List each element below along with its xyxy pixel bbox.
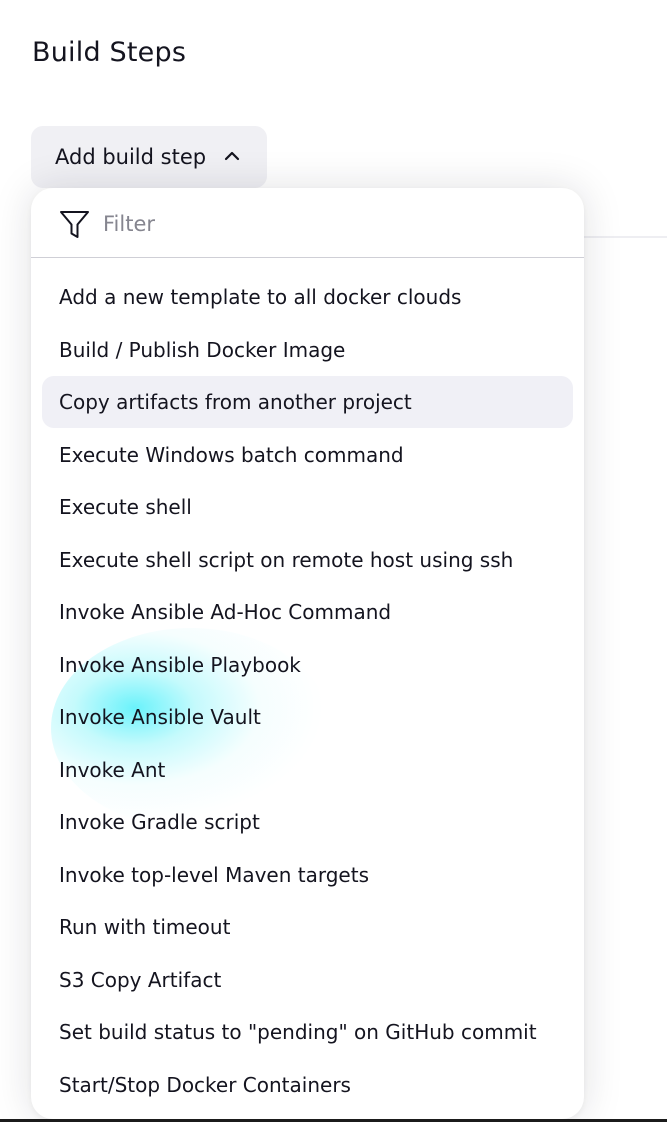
add-build-step-label: Add build step	[55, 145, 207, 169]
menu-item-label: Start/Stop Docker Containers	[59, 1073, 351, 1097]
add-build-step-button[interactable]: Add build step	[31, 126, 267, 188]
menu-item-execute-windows-batch[interactable]: Execute Windows batch command	[42, 429, 573, 481]
menu-item-label: Invoke top-level Maven targets	[59, 863, 369, 887]
menu-item-execute-shell[interactable]: Execute shell	[42, 481, 573, 533]
menu-item-label: Build / Publish Docker Image	[59, 338, 346, 362]
chevron-up-icon	[224, 151, 240, 161]
menu-item-maven-targets[interactable]: Invoke top-level Maven targets	[42, 849, 573, 901]
menu-item-label: Add a new template to all docker clouds	[59, 285, 462, 309]
menu-item-add-docker-template[interactable]: Add a new template to all docker clouds	[42, 271, 573, 323]
menu-item-label: Invoke Ansible Vault	[59, 705, 261, 729]
menu-item-docker-containers[interactable]: Start/Stop Docker Containers	[42, 1059, 573, 1111]
menu-item-label: Execute shell	[59, 495, 192, 519]
menu-item-label: S3 Copy Artifact	[59, 968, 222, 992]
menu-item-label: Execute Windows batch command	[59, 443, 404, 467]
menu-item-ansible-adhoc[interactable]: Invoke Ansible Ad-Hoc Command	[42, 586, 573, 638]
page-title: Build Steps	[32, 37, 187, 68]
menu-item-run-with-timeout[interactable]: Run with timeout	[42, 901, 573, 953]
menu-item-label: Copy artifacts from another project	[59, 390, 412, 414]
menu-item-ansible-vault[interactable]: Invoke Ansible Vault	[42, 691, 573, 743]
menu-item-gradle-script[interactable]: Invoke Gradle script	[42, 796, 573, 848]
menu-item-label: Set build status to "pending" on GitHub …	[59, 1020, 537, 1044]
menu-item-s3-copy-artifact[interactable]: S3 Copy Artifact	[42, 954, 573, 1006]
menu-item-label: Invoke Ansible Ad-Hoc Command	[59, 600, 392, 624]
menu-item-label: Execute shell script on remote host usin…	[59, 548, 514, 572]
menu-item-label: Run with timeout	[59, 915, 231, 939]
filter-input[interactable]	[103, 202, 563, 246]
build-step-dropdown: Add a new template to all docker clouds …	[31, 188, 584, 1119]
menu-item-label: Invoke Ansible Playbook	[59, 653, 301, 677]
menu-item-copy-artifacts[interactable]: Copy artifacts from another project	[42, 376, 573, 428]
menu-item-execute-shell-ssh[interactable]: Execute shell script on remote host usin…	[42, 534, 573, 586]
filter-row	[31, 188, 584, 258]
menu-item-label: Invoke Gradle script	[59, 810, 260, 834]
menu-item-label: Invoke Ant	[59, 758, 166, 782]
menu-item-ansible-playbook[interactable]: Invoke Ansible Playbook	[42, 639, 573, 691]
filter-icon	[60, 211, 89, 238]
menu-item-github-pending-status[interactable]: Set build status to "pending" on GitHub …	[42, 1006, 573, 1058]
menu-item-invoke-ant[interactable]: Invoke Ant	[42, 744, 573, 796]
menu-item-build-publish-docker-image[interactable]: Build / Publish Docker Image	[42, 324, 573, 376]
section-divider	[584, 236, 667, 238]
